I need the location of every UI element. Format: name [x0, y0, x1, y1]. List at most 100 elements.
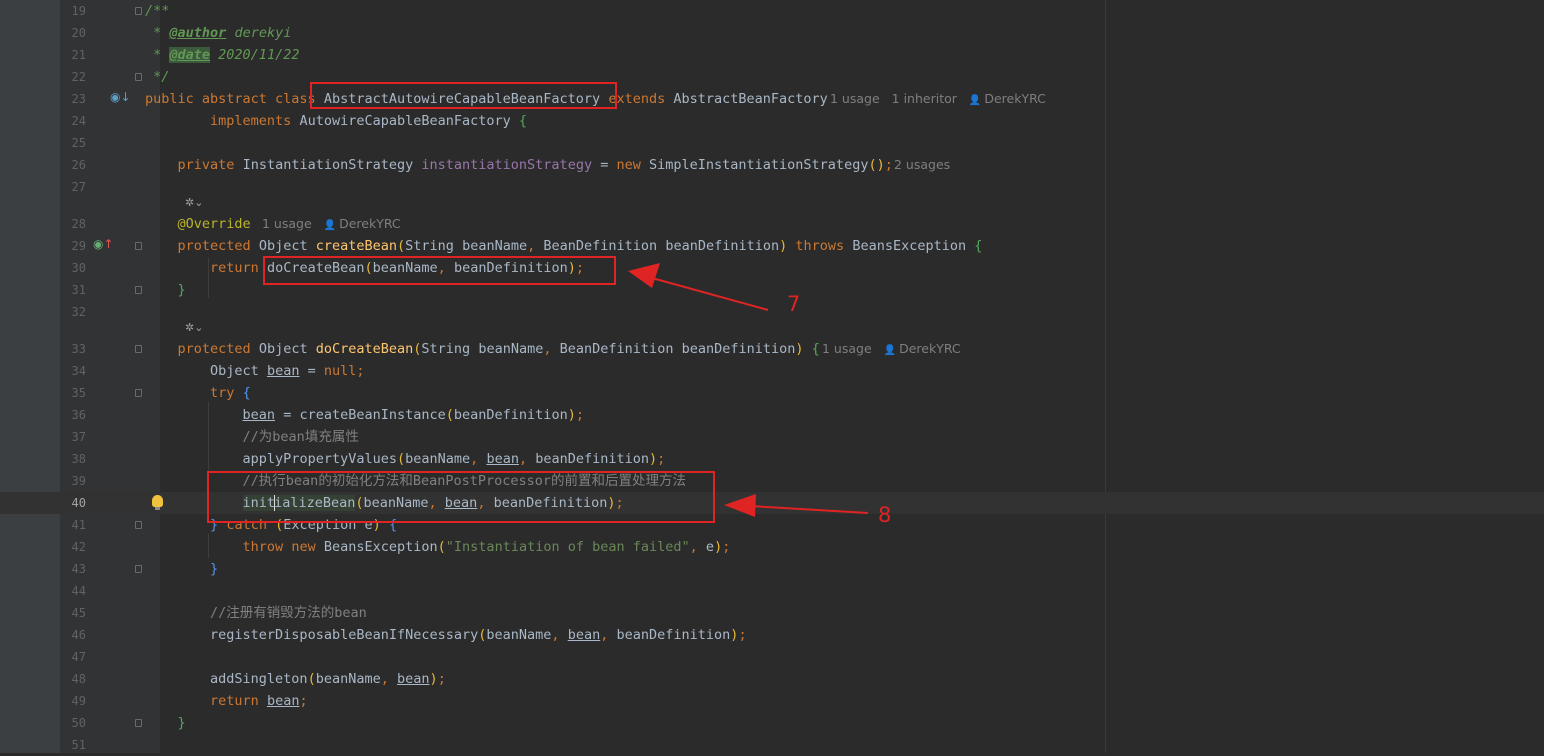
- method-call[interactable]: registerDisposableBeanIfNecessary: [210, 627, 478, 643]
- fold-marker[interactable]: [135, 345, 142, 353]
- method-call[interactable]: createBeanInstance: [299, 407, 445, 423]
- field-usages-hint[interactable]: 2 usages: [894, 154, 950, 176]
- param-type[interactable]: BeanDefinition: [543, 238, 657, 254]
- return-type[interactable]: Object: [259, 238, 308, 254]
- param-type[interactable]: String: [405, 238, 454, 254]
- method-call[interactable]: addSingleton: [210, 671, 308, 687]
- class-modifiers: public abstract class: [145, 91, 316, 107]
- method-name[interactable]: doCreateBean: [316, 341, 414, 357]
- return-keyword: return: [210, 693, 259, 709]
- constructor-call[interactable]: SimpleInstantiationStrategy: [649, 157, 868, 173]
- author-hint[interactable]: DerekYRC: [899, 341, 961, 356]
- param-name: beanDefinition: [665, 238, 780, 254]
- line-number: 30: [71, 261, 86, 275]
- line-number: 44: [71, 584, 86, 598]
- argument: beanDefinition: [616, 627, 731, 643]
- create-code-vision[interactable]: 1 usage 👤 DerekYRC: [262, 213, 401, 237]
- return-type[interactable]: Object: [259, 341, 308, 357]
- code-line: 31 }: [0, 279, 1544, 301]
- code-line: 23 ◉↓ public abstract class AbstractAuto…: [0, 88, 1544, 110]
- doc-value: derekyi: [234, 25, 292, 41]
- argument[interactable]: bean: [486, 451, 519, 467]
- local-type[interactable]: Object: [210, 363, 259, 379]
- throws-keyword: throws: [795, 238, 845, 254]
- code-line: 34 Object bean = null;: [0, 360, 1544, 382]
- line-number: 39: [71, 474, 86, 488]
- protected-keyword: protected: [177, 238, 251, 254]
- protected-keyword: protected: [177, 341, 251, 357]
- code-line: 43 }: [0, 558, 1544, 580]
- param-type[interactable]: BeanDefinition: [560, 341, 674, 357]
- throw-keyword: throw: [242, 539, 284, 555]
- fold-marker[interactable]: [135, 565, 142, 573]
- field-type[interactable]: InstantiationStrategy: [243, 157, 414, 173]
- line-number: 28: [71, 217, 86, 231]
- interface-name[interactable]: AutowireCapableBeanFactory: [299, 113, 510, 129]
- highlight-box-initialize-bean: [207, 471, 715, 523]
- code-line: 21 * @date 2020/11/22: [0, 44, 1544, 66]
- field-name[interactable]: instantiationStrategy: [421, 157, 592, 173]
- implementation-gutter-icon[interactable]: ◉↓: [110, 90, 131, 104]
- exception-type[interactable]: BeansException: [324, 539, 438, 555]
- override-gutter-icon[interactable]: ◉↑: [93, 237, 114, 251]
- param-type[interactable]: String: [421, 341, 470, 357]
- person-icon: 👤: [968, 95, 982, 106]
- code-line: 20 * @author derekyi: [0, 22, 1544, 44]
- code-vision-icon[interactable]: ✲⌄: [185, 321, 203, 334]
- line-number: 47: [71, 650, 86, 664]
- code-editor[interactable]: 19 /** 20 * @author derekyi 21 * @date 2…: [0, 0, 1544, 753]
- code-line: 19 /**: [0, 0, 1544, 22]
- method-call[interactable]: applyPropertyValues: [243, 451, 397, 467]
- fold-marker[interactable]: [135, 242, 142, 250]
- line-number: 22: [71, 70, 86, 84]
- usages-hint[interactable]: 1 usage: [830, 91, 880, 106]
- fold-marker[interactable]: [135, 286, 142, 294]
- class-code-vision[interactable]: 1 usage 1 inheritor 👤 DerekYRC: [830, 88, 1046, 112]
- argument: e: [705, 539, 715, 555]
- code-line: 44: [0, 580, 1544, 602]
- implements-keyword: implements: [210, 113, 292, 129]
- line-number: 27: [71, 180, 86, 194]
- code-line: 38 applyPropertyValues(beanName, bean, b…: [0, 448, 1544, 470]
- code-line: 27: [0, 176, 1544, 198]
- author-hint[interactable]: DerekYRC: [339, 216, 401, 231]
- argument[interactable]: bean: [568, 627, 601, 643]
- line-number: 19: [71, 4, 86, 18]
- code-line: 42 throw new BeansException("Instantiati…: [0, 536, 1544, 558]
- fold-marker[interactable]: [135, 73, 142, 81]
- exception-type[interactable]: BeansException: [852, 238, 966, 254]
- fold-marker[interactable]: [135, 7, 142, 15]
- local-variable[interactable]: bean: [267, 363, 300, 379]
- person-icon: 👤: [883, 345, 897, 356]
- try-keyword: try: [210, 385, 235, 401]
- author-hint[interactable]: DerekYRC: [984, 91, 1046, 106]
- param-name: beanName: [478, 341, 544, 357]
- code-vision-icon[interactable]: ✲⌄: [185, 196, 203, 209]
- do-create-code-vision[interactable]: 1 usage 👤 DerekYRC: [822, 338, 961, 362]
- argument: beanDefinition: [535, 451, 650, 467]
- local-variable[interactable]: bean: [243, 407, 276, 423]
- local-variable[interactable]: bean: [267, 693, 300, 709]
- argument: beanName: [486, 627, 552, 643]
- fold-marker[interactable]: [135, 719, 142, 727]
- method-name[interactable]: createBean: [316, 238, 397, 254]
- line-number: 23: [71, 92, 86, 106]
- fold-marker[interactable]: [135, 389, 142, 397]
- doc-comment: */: [153, 69, 170, 85]
- line-number: 42: [71, 540, 86, 554]
- usages-hint[interactable]: 1 usage: [262, 216, 312, 231]
- code-line: 28 @Override 1 usage 👤 DerekYRC: [0, 213, 1544, 235]
- super-class[interactable]: AbstractBeanFactory: [673, 91, 827, 107]
- argument[interactable]: bean: [397, 671, 430, 687]
- argument: beanName: [315, 671, 381, 687]
- inheritors-hint[interactable]: 1 inheritor: [892, 91, 957, 106]
- line-number: 29: [71, 239, 86, 253]
- line-number: 34: [71, 364, 86, 378]
- callout-label-7: 7: [787, 292, 801, 316]
- usages-hint[interactable]: 1 usage: [822, 341, 872, 356]
- line-number: 25: [71, 136, 86, 150]
- person-icon: 👤: [323, 220, 337, 231]
- private-keyword: private: [177, 157, 235, 173]
- doc-tag: @author: [169, 25, 227, 41]
- fold-marker[interactable]: [135, 521, 142, 529]
